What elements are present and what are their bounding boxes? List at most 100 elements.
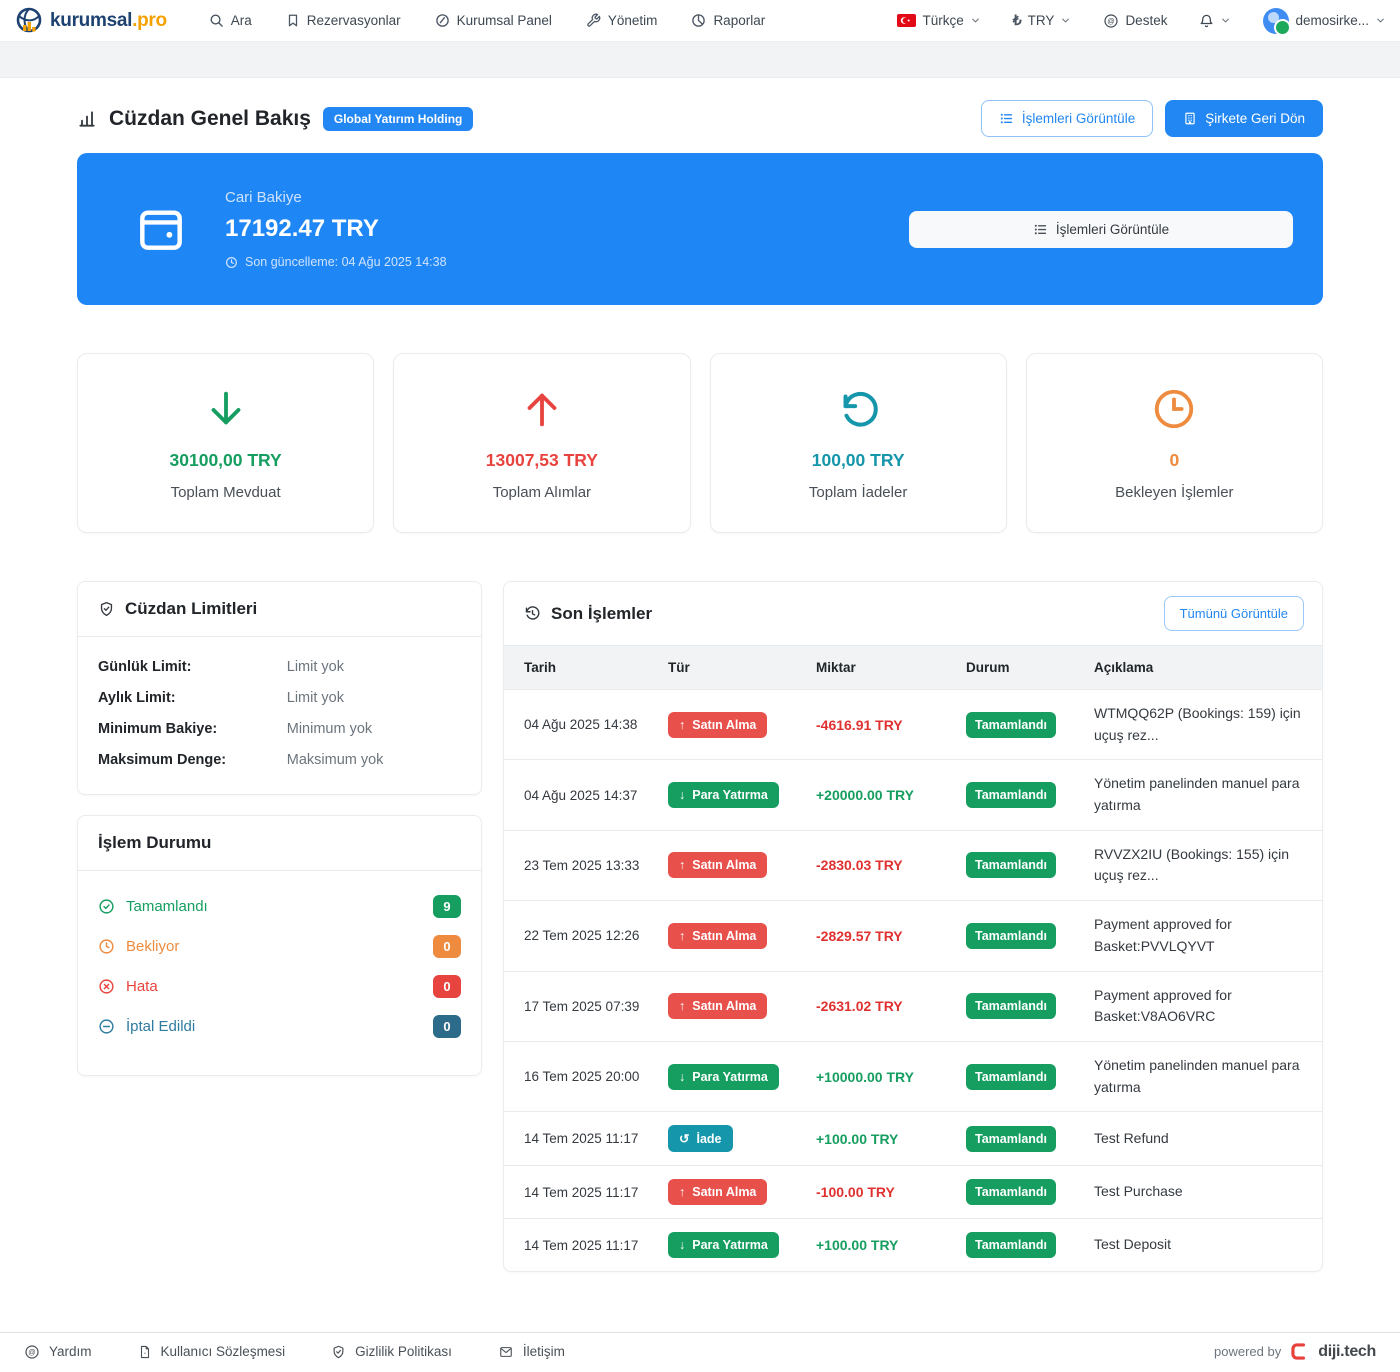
nav-item-search[interactable]: Ara	[209, 13, 252, 28]
transactions-body: 04 Ağu 2025 14:38 ↑ Satın Alma -4616.91 …	[504, 690, 1322, 1272]
stat-value: 100,00 TRY	[721, 450, 996, 471]
transaction-amount: -2631.02 TRY	[816, 998, 903, 1014]
transaction-date: 14 Tem 2025 11:17	[504, 1112, 656, 1166]
mail-icon	[498, 1345, 514, 1359]
transaction-row[interactable]: 23 Tem 2025 13:33 ↑ Satın Alma -2830.03 …	[504, 830, 1322, 900]
balance-updated: Son güncelleme: 04 Ağu 2025 14:38	[225, 255, 447, 269]
currency-selector[interactable]: ₺ TRY	[1013, 12, 1072, 29]
transaction-date: 16 Tem 2025 20:00	[504, 1041, 656, 1111]
footer-link-contact[interactable]: İletişim	[498, 1344, 565, 1359]
globe-logo-icon	[14, 6, 44, 36]
list-icon	[999, 111, 1014, 126]
status-count-badge: 9	[433, 895, 461, 918]
transaction-amount: -100.00 TRY	[816, 1184, 895, 1200]
notifications-button[interactable]	[1199, 13, 1231, 29]
footer-link-help[interactable]: @ Yardım	[24, 1344, 92, 1360]
stat-cards: 30100,00 TRY Toplam Mevduat 13007,53 TRY…	[77, 353, 1323, 533]
recent-transactions-title: Son İşlemler	[551, 604, 652, 624]
wallet-limits-title: Cüzdan Limitleri	[125, 599, 257, 619]
page-title: Cüzdan Genel Bakış	[109, 107, 311, 131]
circle-check-icon	[98, 898, 115, 915]
stat-label: Toplam İadeler	[721, 484, 996, 501]
transaction-date: 14 Tem 2025 11:17	[504, 1219, 656, 1272]
transaction-description: RVVZX2IU (Bookings: 155) için uçuş rez..…	[1094, 844, 1310, 887]
transaction-row[interactable]: 14 Tem 2025 11:17 ↑ Satın Alma -100.00 T…	[504, 1166, 1322, 1219]
nav-item-management[interactable]: Yönetim	[586, 13, 658, 28]
support-link[interactable]: @ Destek	[1103, 13, 1167, 29]
status-count-badge: 0	[433, 975, 461, 998]
balance-label: Cari Bakiye	[225, 189, 447, 206]
balance-amount: 17192.47 TRY	[225, 215, 447, 243]
transaction-row[interactable]: 14 Tem 2025 11:17 ↓ Para Yatırma +100.00…	[504, 1219, 1322, 1272]
stat-label: Toplam Mevduat	[88, 484, 363, 501]
language-selector[interactable]: Türkçe	[897, 13, 980, 28]
wallet-icon	[133, 201, 189, 257]
transaction-amount: +10000.00 TRY	[816, 1069, 914, 1085]
transaction-type-pill: ↑ Satın Alma	[668, 993, 767, 1019]
transaction-row[interactable]: 14 Tem 2025 11:17 ↺ İade +100.00 TRY Tam…	[504, 1112, 1322, 1166]
view-transactions-button[interactable]: İşlemleri Görüntüle	[981, 100, 1153, 137]
footer-link-user-agreement[interactable]: Kullanıcı Sözleşmesi	[138, 1344, 286, 1360]
undo-icon	[835, 386, 881, 432]
building-icon	[1183, 111, 1197, 126]
transaction-row[interactable]: 04 Ağu 2025 14:37 ↓ Para Yatırma +20000.…	[504, 760, 1322, 830]
hero-view-transactions-button[interactable]: İşlemleri Görüntüle	[909, 211, 1293, 248]
transaction-date: 23 Tem 2025 13:33	[504, 830, 656, 900]
type-pill-icon: ↑	[679, 1185, 685, 1199]
search-icon	[209, 13, 224, 28]
transaction-row[interactable]: 22 Tem 2025 12:26 ↑ Satın Alma -2829.57 …	[504, 901, 1322, 971]
chevron-down-icon	[1220, 15, 1231, 26]
stat-card-total-purchases: 13007,53 TRY Toplam Alımlar	[393, 353, 690, 533]
footer-link-privacy-policy[interactable]: Gizlilik Politikası	[331, 1344, 452, 1360]
brand-logo[interactable]: kurumsal.pro	[14, 6, 167, 36]
stat-card-total-refunds: 100,00 TRY Toplam İadeler	[710, 353, 1007, 533]
lira-icon: ₺	[1013, 12, 1022, 29]
clock-icon	[225, 256, 238, 269]
svg-text:@: @	[28, 1347, 35, 1356]
limit-row: Minimum Bakiye: Minimum yok	[98, 721, 461, 737]
history-icon	[524, 605, 541, 622]
transaction-row[interactable]: 04 Ağu 2025 14:38 ↑ Satın Alma -4616.91 …	[504, 690, 1322, 760]
stat-card-pending-transactions: 0 Bekleyen İşlemler	[1026, 353, 1323, 533]
transaction-description: Test Refund	[1094, 1128, 1310, 1150]
stat-value: 0	[1037, 450, 1312, 471]
transaction-amount: -2829.57 TRY	[816, 928, 903, 944]
recent-transactions-card: Son İşlemler Tümünü Görüntüle Tarih Tür …	[503, 581, 1323, 1272]
back-to-company-button[interactable]: Şirkete Geri Dön	[1165, 100, 1323, 137]
transaction-amount: -4616.91 TRY	[816, 717, 903, 733]
column-header-amount: Miktar	[804, 646, 954, 690]
nav-item-corporate-panel[interactable]: Kurumsal Panel	[435, 13, 552, 28]
transactions-table: Tarih Tür Miktar Durum Açıklama 04 Ağu 2…	[504, 646, 1322, 1271]
transaction-date: 22 Tem 2025 12:26	[504, 901, 656, 971]
user-menu[interactable]: demosirke...	[1263, 8, 1386, 34]
navbar-right: Türkçe ₺ TRY @ Destek demosirke...	[897, 8, 1386, 34]
brand-name: kurumsal.pro	[50, 10, 167, 32]
powered-by[interactable]: powered by diji.tech	[1214, 1341, 1376, 1362]
circle-minus-icon	[98, 1018, 115, 1035]
balance-card: Cari Bakiye 17192.47 TRY Son güncelleme:…	[77, 153, 1323, 305]
view-all-button[interactable]: Tümünü Görüntüle	[1164, 596, 1304, 631]
circle-x-icon	[98, 978, 115, 995]
transaction-status-badge: Tamamlandı	[966, 1232, 1056, 1258]
top-navbar: kurumsal.pro Ara Rezervasyonlar Kurumsal…	[0, 0, 1400, 41]
status-item-error: Hata 0	[98, 975, 461, 998]
nav-item-reports[interactable]: Raporlar	[691, 13, 765, 28]
transaction-status-badge: Tamamlandı	[966, 1179, 1056, 1205]
transaction-row[interactable]: 17 Tem 2025 07:39 ↑ Satın Alma -2631.02 …	[504, 971, 1322, 1041]
transaction-description: Yönetim panelinden manuel para yatırma	[1094, 773, 1310, 816]
bookmark-icon	[286, 13, 300, 28]
transaction-amount: +100.00 TRY	[816, 1237, 898, 1253]
arrow-up-icon	[519, 386, 565, 432]
transaction-status-badge: Tamamlandı	[966, 1126, 1056, 1152]
document-icon	[138, 1344, 152, 1360]
transaction-description: Test Deposit	[1094, 1234, 1310, 1256]
transaction-description: Test Purchase	[1094, 1181, 1310, 1203]
transaction-status-card: İşlem Durumu Tamamlandı 9 Bekliyor 0	[77, 815, 482, 1076]
transaction-description: Yönetim panelinden manuel para yatırma	[1094, 1055, 1310, 1098]
shield-icon	[331, 1344, 346, 1360]
stat-value: 13007,53 TRY	[404, 450, 679, 471]
status-count-badge: 0	[433, 1015, 461, 1038]
transaction-status-title: İşlem Durumu	[98, 833, 211, 853]
nav-item-reservations[interactable]: Rezervasyonlar	[286, 13, 401, 28]
transaction-row[interactable]: 16 Tem 2025 20:00 ↓ Para Yatırma +10000.…	[504, 1041, 1322, 1111]
